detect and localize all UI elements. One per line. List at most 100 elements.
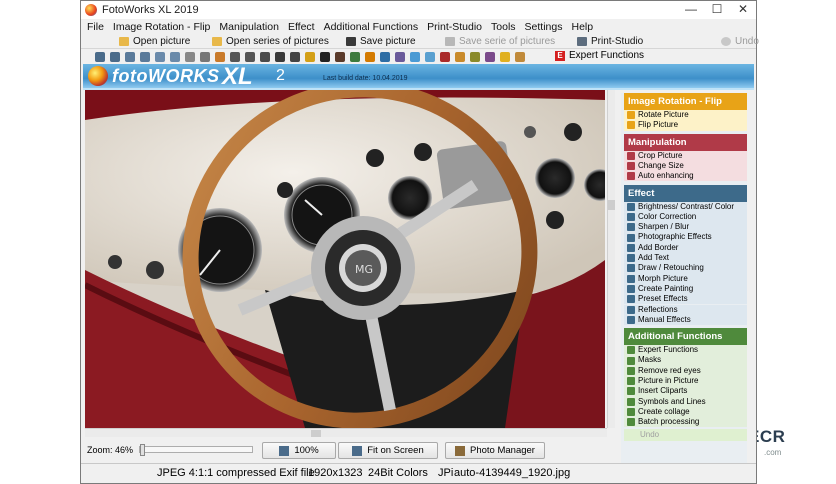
panel-item[interactable]: Expert Functions: [624, 345, 747, 356]
sky-icon[interactable]: [410, 52, 420, 62]
menu-manipulation[interactable]: Manipulation: [219, 21, 279, 33]
scissors-icon[interactable]: [335, 52, 345, 62]
panel-item[interactable]: Add Border: [624, 242, 747, 253]
menu-tools[interactable]: Tools: [491, 21, 516, 33]
puzzle-icon[interactable]: [515, 52, 525, 62]
panel-item[interactable]: Brightness/ Contrast/ Color: [624, 201, 747, 212]
frame-icon[interactable]: [245, 52, 255, 62]
panel-item[interactable]: Symbols and Lines: [624, 396, 747, 407]
panel-section-header[interactable]: Additional Functions: [624, 328, 747, 346]
minimize-button[interactable]: —: [678, 1, 704, 17]
menu-help[interactable]: Help: [571, 21, 593, 33]
clipart-icon: [627, 387, 635, 396]
folder-icon: [212, 36, 222, 46]
panel-item[interactable]: Morph Picture: [624, 273, 747, 284]
panel-item-label: Add Text: [638, 253, 669, 262]
menu-file[interactable]: File: [87, 21, 104, 33]
menu-settings[interactable]: Settings: [525, 21, 563, 33]
rotate-left-icon[interactable]: [95, 52, 105, 62]
logo-ball-icon: [88, 66, 108, 86]
panel-item[interactable]: Create collage: [624, 406, 747, 418]
panel-section-header[interactable]: Image Rotation - Flip: [624, 93, 747, 110]
print-studio-button[interactable]: Print-Studio: [577, 34, 643, 48]
rotate-right-icon[interactable]: [110, 52, 120, 62]
zoom-slider[interactable]: [139, 444, 253, 456]
open-series-button[interactable]: Open series of pictures: [212, 34, 329, 48]
pip-icon: [627, 377, 635, 386]
maximize-button[interactable]: ☐: [704, 1, 730, 17]
menu-effect[interactable]: Effect: [288, 21, 315, 33]
border-icon[interactable]: [260, 52, 270, 62]
status-filename: auto-4139449_1920.jpg: [454, 467, 571, 479]
panel-item[interactable]: Color Correction: [624, 211, 747, 223]
panel-item[interactable]: Change Size: [624, 160, 747, 172]
panel-item[interactable]: Draw / Retouching: [624, 263, 747, 274]
vertical-scroll-thumb[interactable]: [608, 200, 615, 210]
mask-icon[interactable]: [485, 52, 495, 62]
panel-undo-button[interactable]: Undo: [624, 428, 747, 441]
crop-icon[interactable]: [200, 52, 210, 62]
panel-item[interactable]: Remove red eyes: [624, 365, 747, 376]
menu-image-rotation[interactable]: Image Rotation - Flip: [113, 21, 210, 33]
expert-functions-button[interactable]: E Expert Functions: [555, 50, 644, 61]
close-button[interactable]: ✕: [730, 1, 756, 17]
image-icon[interactable]: [290, 52, 300, 62]
panel-item[interactable]: Reflections: [624, 304, 747, 315]
red-eye-icon[interactable]: [440, 52, 450, 62]
panel-item[interactable]: Batch processing: [624, 417, 747, 428]
photo-manager-button[interactable]: Photo Manager: [445, 442, 545, 459]
effect-icon[interactable]: [395, 52, 405, 62]
reflection-icon[interactable]: [425, 52, 435, 62]
logo-xl: XL: [222, 64, 253, 90]
star-icon[interactable]: [500, 52, 510, 62]
open-picture-button[interactable]: Open picture: [119, 34, 190, 48]
save-picture-button[interactable]: Save picture: [346, 34, 416, 48]
fit-on-screen-button[interactable]: Fit on Screen: [338, 442, 438, 459]
panel-section-header[interactable]: Effect: [624, 184, 747, 202]
mirror-icon[interactable]: [170, 52, 180, 62]
rotate-icon[interactable]: [125, 52, 135, 62]
menu-additional-functions[interactable]: Additional Functions: [324, 21, 419, 33]
app-window: FotoWorks XL 2019 — ☐ ✕ File Image Rotat…: [80, 0, 759, 484]
panel-item[interactable]: Preset Effects: [624, 294, 747, 305]
water-icon[interactable]: [380, 52, 390, 62]
refresh-icon[interactable]: [140, 52, 150, 62]
panel-item[interactable]: Sharpen / Blur: [624, 222, 747, 233]
clipart-icon[interactable]: [455, 52, 465, 62]
status-type: JPi: [438, 467, 454, 479]
fire-icon[interactable]: [365, 52, 375, 62]
settings-icon[interactable]: [185, 52, 195, 62]
horizontal-scroll-thumb[interactable]: [311, 430, 321, 437]
collage-icon[interactable]: [470, 52, 480, 62]
zoom-slider-thumb[interactable]: [140, 444, 145, 456]
flip-icon[interactable]: [155, 52, 165, 62]
dark-frame-icon[interactable]: [275, 52, 285, 62]
panel-item[interactable]: Flip Picture: [624, 120, 747, 131]
panel-item[interactable]: Manual Effects: [624, 314, 747, 326]
save-series-button[interactable]: Save serie of pictures: [445, 34, 555, 48]
brush-icon[interactable]: [215, 52, 225, 62]
text-icon[interactable]: [320, 52, 330, 62]
panel-item[interactable]: Rotate Picture: [624, 110, 747, 121]
resize-icon[interactable]: [230, 52, 240, 62]
panel-item[interactable]: Add Text: [624, 253, 747, 264]
panel-item[interactable]: Photographic Effects: [624, 232, 747, 243]
panel-item[interactable]: Create Painting: [624, 283, 747, 295]
vertical-scrollbar[interactable]: [607, 90, 615, 428]
panel-section-header[interactable]: Manipulation: [624, 133, 747, 151]
zoom-100-button[interactable]: 100%: [262, 442, 336, 459]
photo-canvas[interactable]: MG: [85, 90, 605, 428]
undo-button[interactable]: Undo: [721, 34, 759, 48]
adjust-icon[interactable]: [305, 52, 315, 62]
panel-item[interactable]: Masks: [624, 355, 747, 366]
panel-item-label: Symbols and Lines: [638, 396, 706, 406]
panel-item[interactable]: Insert Cliparts: [624, 386, 747, 397]
symbols-icon: [627, 397, 635, 406]
horizontal-scrollbar[interactable]: [85, 428, 607, 437]
photo-manager-label: Photo Manager: [470, 445, 535, 456]
panel-item[interactable]: Picture in Picture: [624, 376, 747, 387]
panel-item[interactable]: Auto enhancing: [624, 171, 747, 182]
tree-icon[interactable]: [350, 52, 360, 62]
menu-print-studio[interactable]: Print-Studio: [427, 21, 482, 33]
panel-item[interactable]: Crop Picture: [624, 150, 747, 161]
